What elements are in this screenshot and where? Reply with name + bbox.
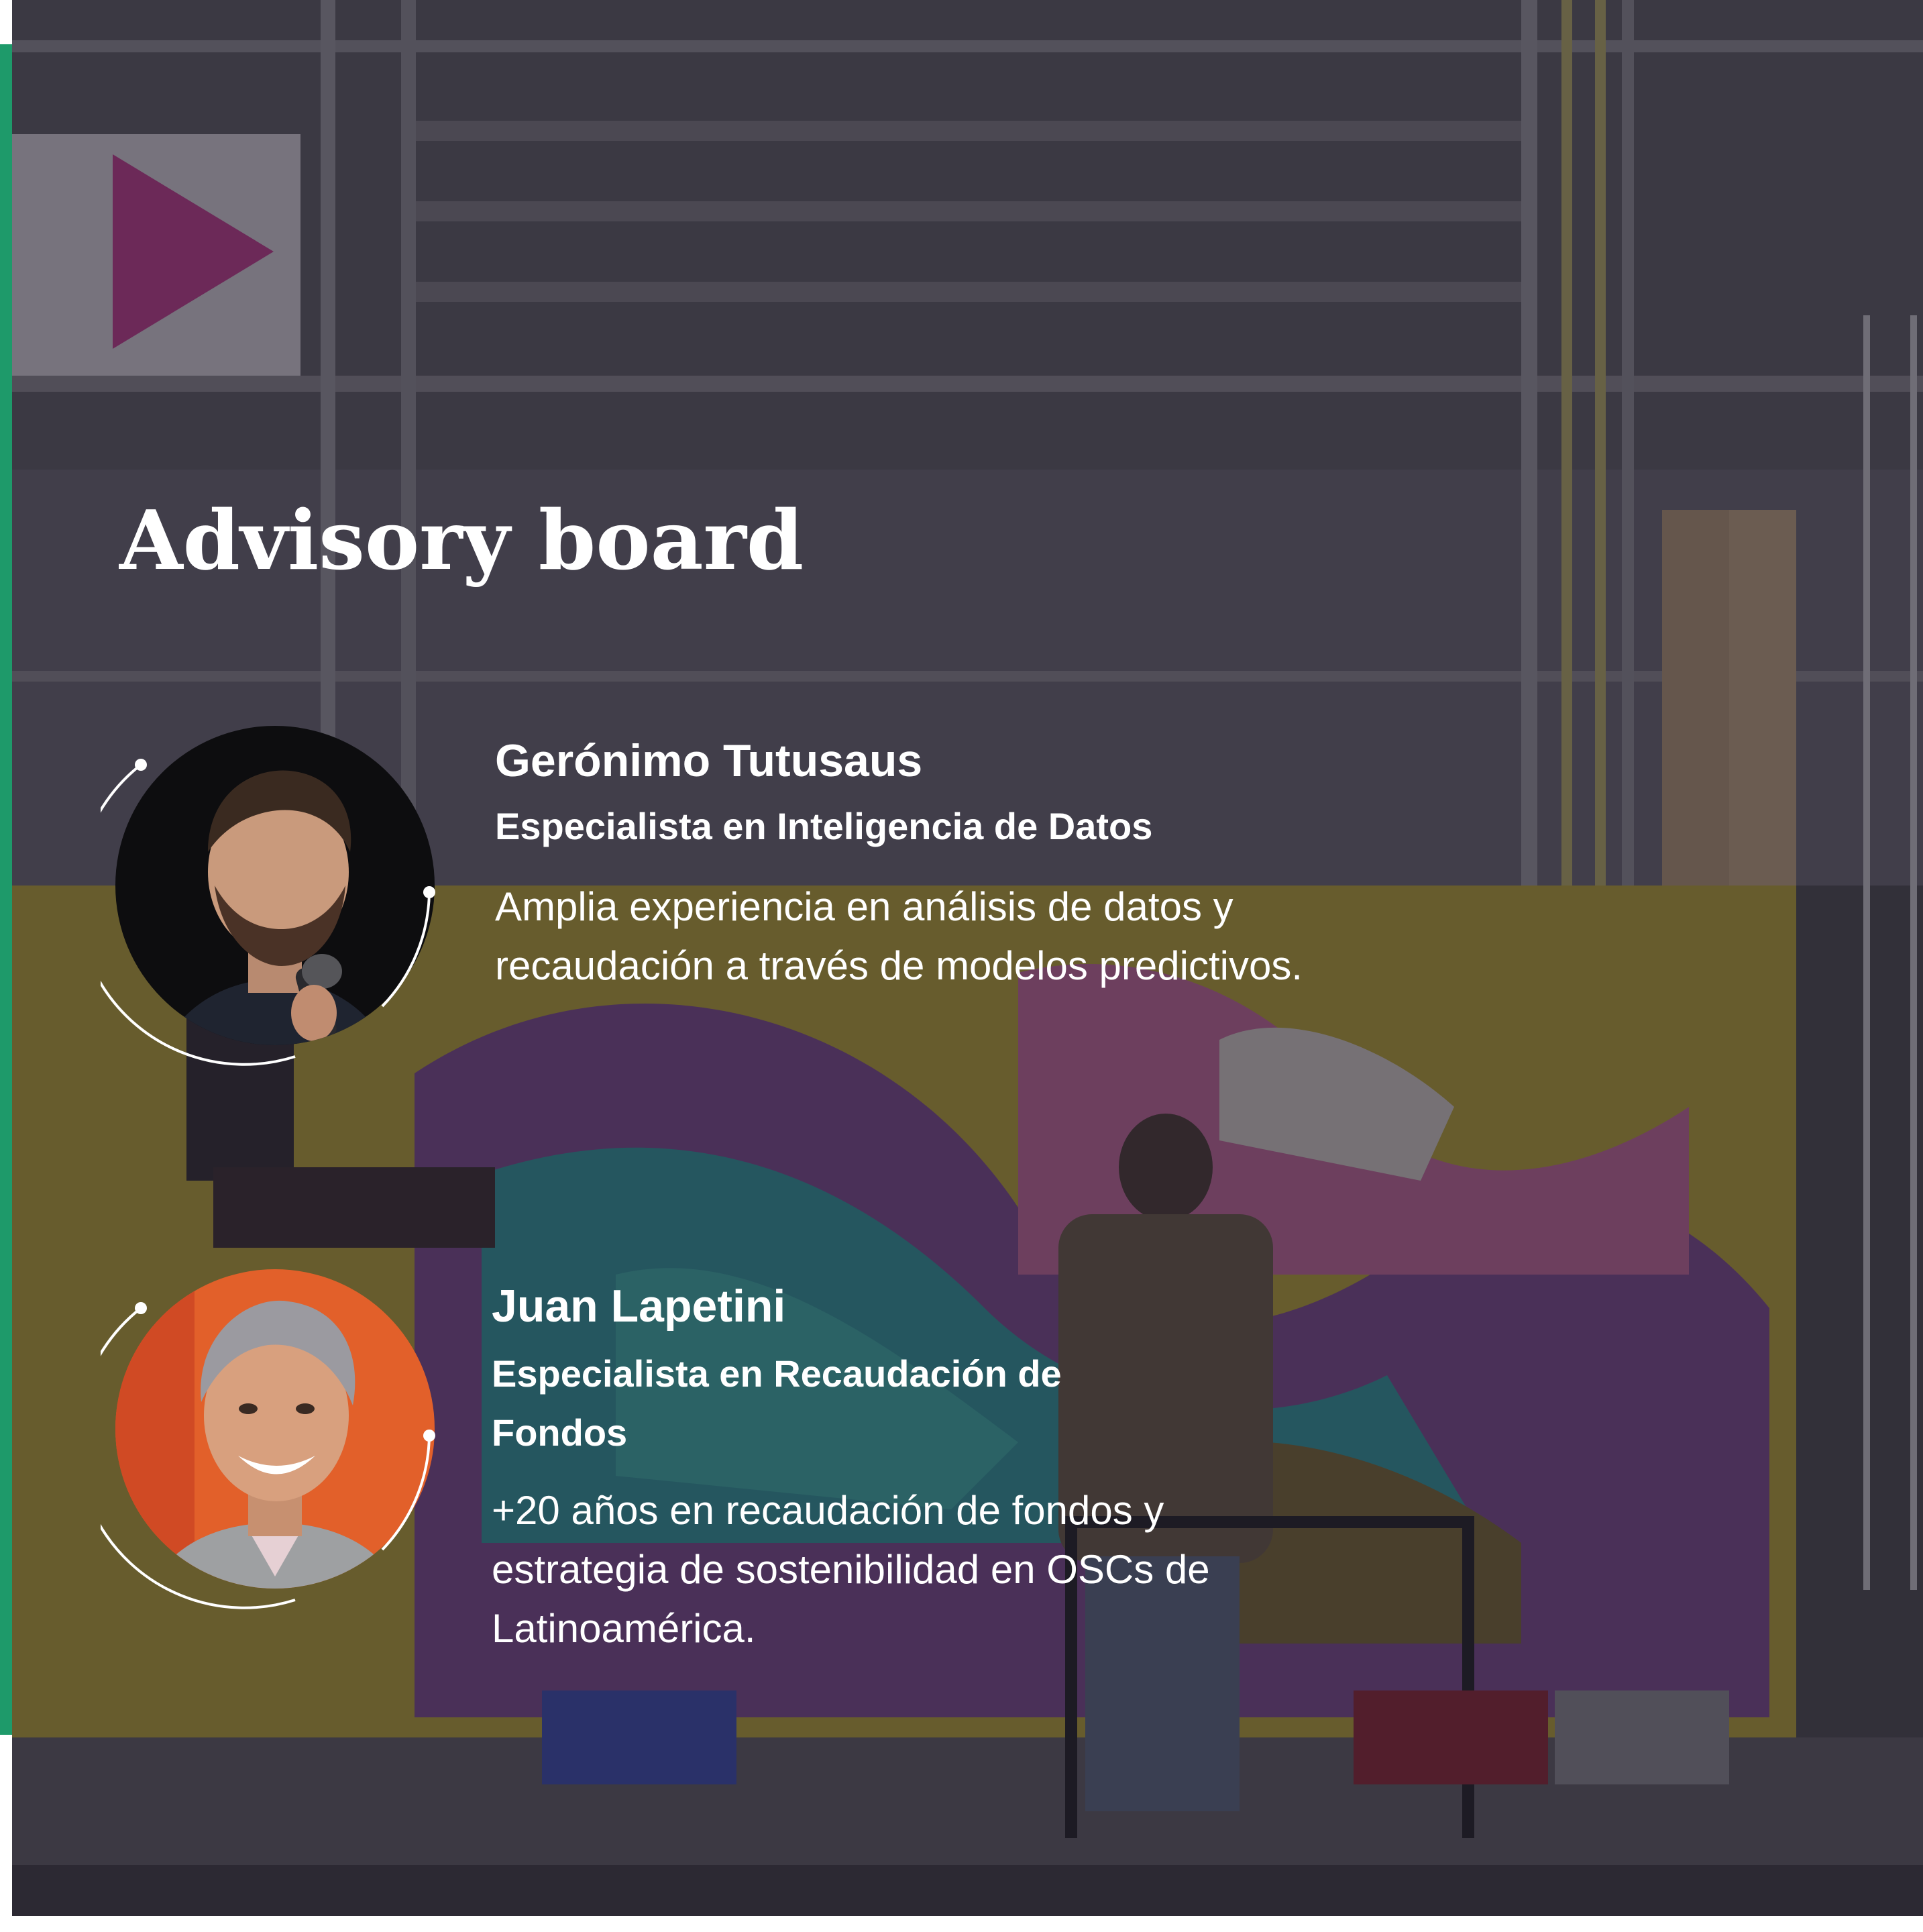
bottom-border [0,1916,1923,1932]
advisory-board-slide: Advisory board Gerónimo Tutusaus Especia… [0,0,1923,1932]
member-portrait [101,1261,449,1610]
page-title: Advisory board [119,492,804,588]
member-name: Gerónimo Tutusaus [495,735,923,786]
member-portrait [101,718,449,1067]
member-role: Especialista en Inteligencia de Datos [495,805,1153,847]
brand-accent-bar [0,44,12,1735]
member-name: Juan Lapetini [492,1281,786,1332]
member-bio: +20 años en recaudación de fondos y estr… [492,1488,1210,1651]
member-role: Especialista en Recaudación de Fondos [492,1352,1062,1454]
member-bio: Amplia experiencia en análisis de datos … [495,884,1303,988]
